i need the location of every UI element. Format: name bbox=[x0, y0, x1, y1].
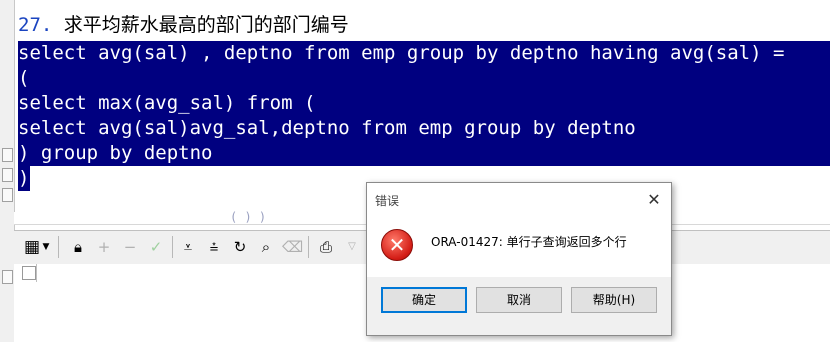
export-icon[interactable]: ⎙ bbox=[316, 237, 336, 257]
fetch-last-icon[interactable]: ⩮ bbox=[204, 237, 224, 257]
gutter-marker bbox=[2, 270, 13, 284]
ok-button[interactable]: 确定 bbox=[381, 287, 467, 313]
clear-icon[interactable]: ⌫ bbox=[282, 237, 303, 257]
dialog-titlebar[interactable]: 错误 ✕ bbox=[367, 183, 671, 217]
row-indicator bbox=[22, 266, 36, 280]
find-icon[interactable]: ⌕ bbox=[256, 237, 276, 257]
sql-line-1[interactable]: select avg(sal) , deptno from emp group … bbox=[18, 41, 830, 66]
delete-record-icon[interactable]: − bbox=[120, 237, 140, 257]
toolbar-separator bbox=[308, 236, 309, 258]
dialog-footer: 确定 取消 帮助(H) bbox=[367, 277, 671, 335]
close-icon[interactable]: ✕ bbox=[643, 189, 665, 211]
post-record-icon[interactable]: ✓ bbox=[146, 237, 166, 257]
grid-column-divider bbox=[36, 264, 37, 282]
gutter-marker bbox=[2, 168, 13, 182]
fetch-next-icon[interactable]: ⩡ bbox=[178, 237, 198, 257]
comment-line: 27. 求平均薪水最高的部门的部门编号 bbox=[18, 13, 349, 38]
question-number: 27. bbox=[18, 14, 53, 36]
sql-line-6[interactable]: ) bbox=[18, 166, 31, 191]
left-gutter bbox=[0, 0, 15, 342]
dialog-title: 错误 bbox=[375, 194, 400, 208]
add-record-icon[interactable]: + bbox=[94, 237, 114, 257]
obscured-editor-text: ( ) ) bbox=[230, 210, 267, 224]
sql-line-5[interactable]: ) group by deptno bbox=[18, 141, 830, 166]
error-dialog: 错误 ✕ ✕ ORA-01427: 单行子查询返回多个行 确定 取消 帮助(H) bbox=[366, 182, 672, 336]
dialog-body: ✕ ORA-01427: 单行子查询返回多个行 bbox=[367, 217, 671, 277]
help-button[interactable]: 帮助(H) bbox=[571, 287, 657, 313]
filter-dropdown-icon[interactable]: ▽ bbox=[342, 237, 362, 257]
refresh-icon[interactable]: ↻ bbox=[230, 237, 250, 257]
sql-line-2[interactable]: ( bbox=[18, 66, 830, 91]
grid-layout-icon[interactable]: ▦ bbox=[22, 237, 42, 257]
error-icon: ✕ bbox=[381, 229, 413, 261]
error-message: ORA-01427: 单行子查询返回多个行 bbox=[431, 235, 627, 249]
toolbar-separator bbox=[58, 236, 59, 258]
toolbar-separator bbox=[172, 236, 173, 258]
dropdown-arrow-icon[interactable]: ▼ bbox=[40, 237, 52, 257]
lock-icon[interactable]: 🔒︎ bbox=[68, 237, 88, 257]
gutter-marker bbox=[2, 148, 13, 162]
gutter-marker bbox=[2, 188, 13, 202]
cancel-button[interactable]: 取消 bbox=[476, 287, 562, 313]
sql-line-4[interactable]: select avg(sal)avg_sal,deptno from emp g… bbox=[18, 116, 830, 141]
question-text: 求平均薪水最高的部门的部门编号 bbox=[52, 14, 349, 36]
sql-line-3[interactable]: select max(avg_sal) from ( bbox=[18, 91, 830, 116]
